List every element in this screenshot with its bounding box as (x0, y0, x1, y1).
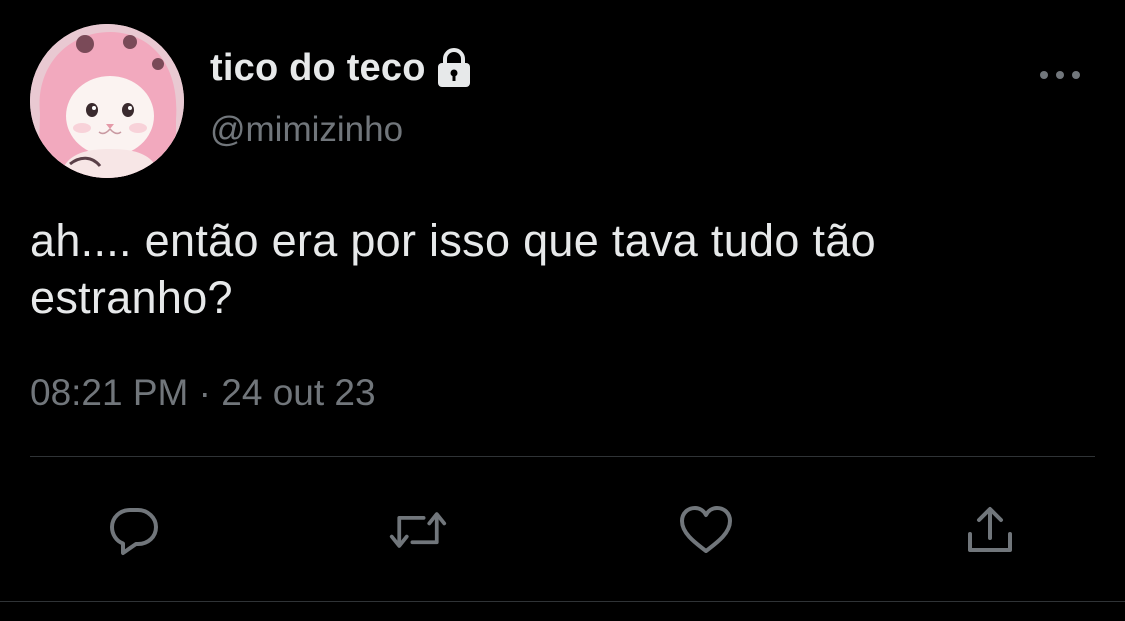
tweet-text: ah.... então era por isso que tava tudo … (30, 212, 1100, 326)
retweet-button[interactable] (388, 500, 448, 560)
tweet-text-line: estranho? (30, 272, 233, 323)
reply-button[interactable] (104, 500, 164, 560)
divider (30, 456, 1095, 457)
divider (0, 601, 1125, 602)
more-icon (1040, 71, 1080, 79)
tweet-time: 08:21 PM (30, 372, 189, 413)
avatar[interactable] (30, 24, 184, 178)
share-icon (968, 507, 1012, 552)
display-name[interactable]: tico do teco (210, 47, 426, 90)
lock-icon (432, 46, 476, 90)
user-handle[interactable]: @mimizinho (210, 110, 403, 150)
retweet-icon (389, 512, 447, 548)
share-button[interactable] (960, 500, 1020, 560)
heart-icon (680, 506, 732, 553)
tweet-text-line: ah.... então era por isso que tava tudo … (30, 215, 876, 266)
timestamp-separator: · (198, 372, 211, 413)
tweet-date: 24 out 23 (221, 372, 376, 413)
like-button[interactable] (676, 500, 736, 560)
reply-icon (110, 508, 158, 555)
more-options-button[interactable] (1035, 60, 1085, 90)
timestamp[interactable]: 08:21 PM · 24 out 23 (30, 372, 376, 414)
author-name-row[interactable]: tico do teco (210, 40, 476, 96)
